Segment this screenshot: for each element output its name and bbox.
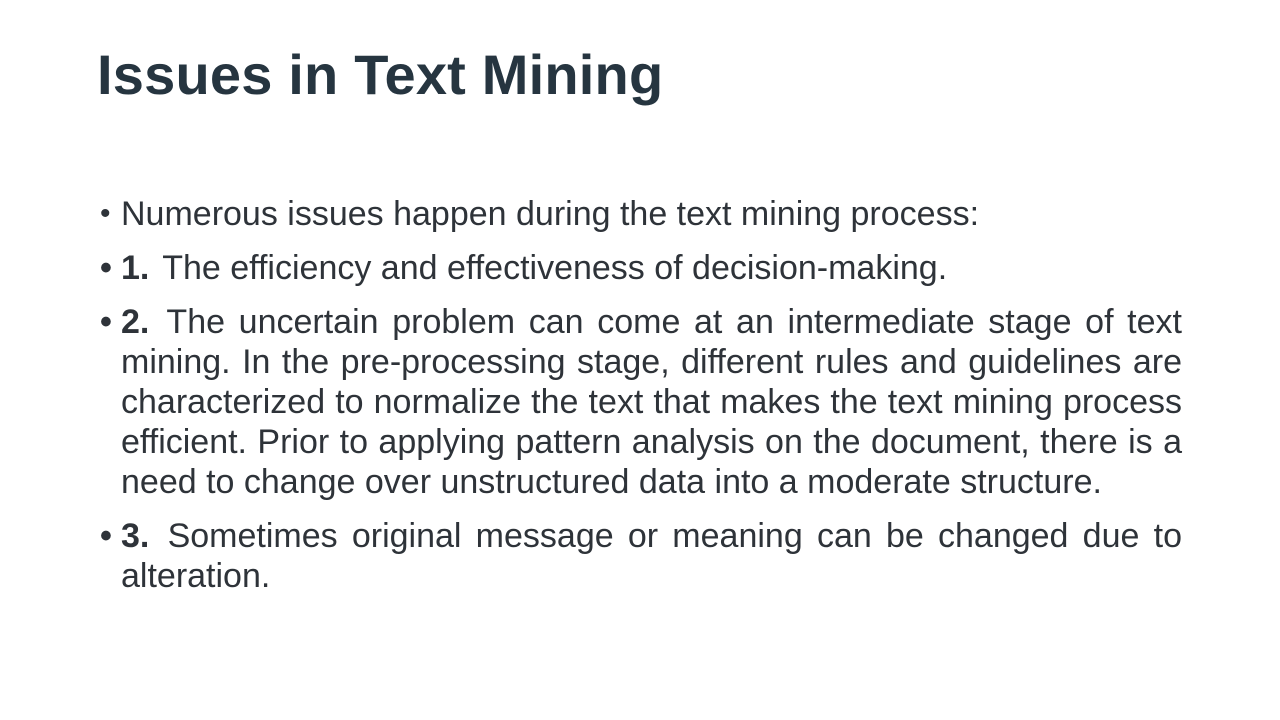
slide-title: Issues in Text Mining bbox=[97, 43, 664, 106]
bullet-item-2: 2. The uncertain problem can come at an … bbox=[100, 302, 1182, 502]
bullet-item-2-text: The uncertain problem can come at an int… bbox=[121, 303, 1182, 501]
bullet-item-3-text: Sometimes original message or meaning ca… bbox=[121, 517, 1182, 595]
bullet-list: Numerous issues happen during the text m… bbox=[100, 194, 1182, 610]
bullet-item-2-number: 2. bbox=[121, 303, 150, 341]
bullet-intro-text: Numerous issues happen during the text m… bbox=[121, 195, 980, 233]
slide: Issues in Text Mining Numerous issues ha… bbox=[0, 0, 1280, 720]
bullet-item-3: 3. Sometimes original message or meaning… bbox=[100, 516, 1182, 596]
bullet-item-1: 1. The efficiency and effectiveness of d… bbox=[100, 248, 1182, 288]
bullet-item-3-number: 3. bbox=[121, 517, 150, 555]
bullet-item-1-number: 1. bbox=[121, 249, 150, 287]
bullet-intro: Numerous issues happen during the text m… bbox=[100, 194, 1182, 234]
bullet-item-1-text: The efficiency and effectiveness of deci… bbox=[162, 249, 948, 287]
